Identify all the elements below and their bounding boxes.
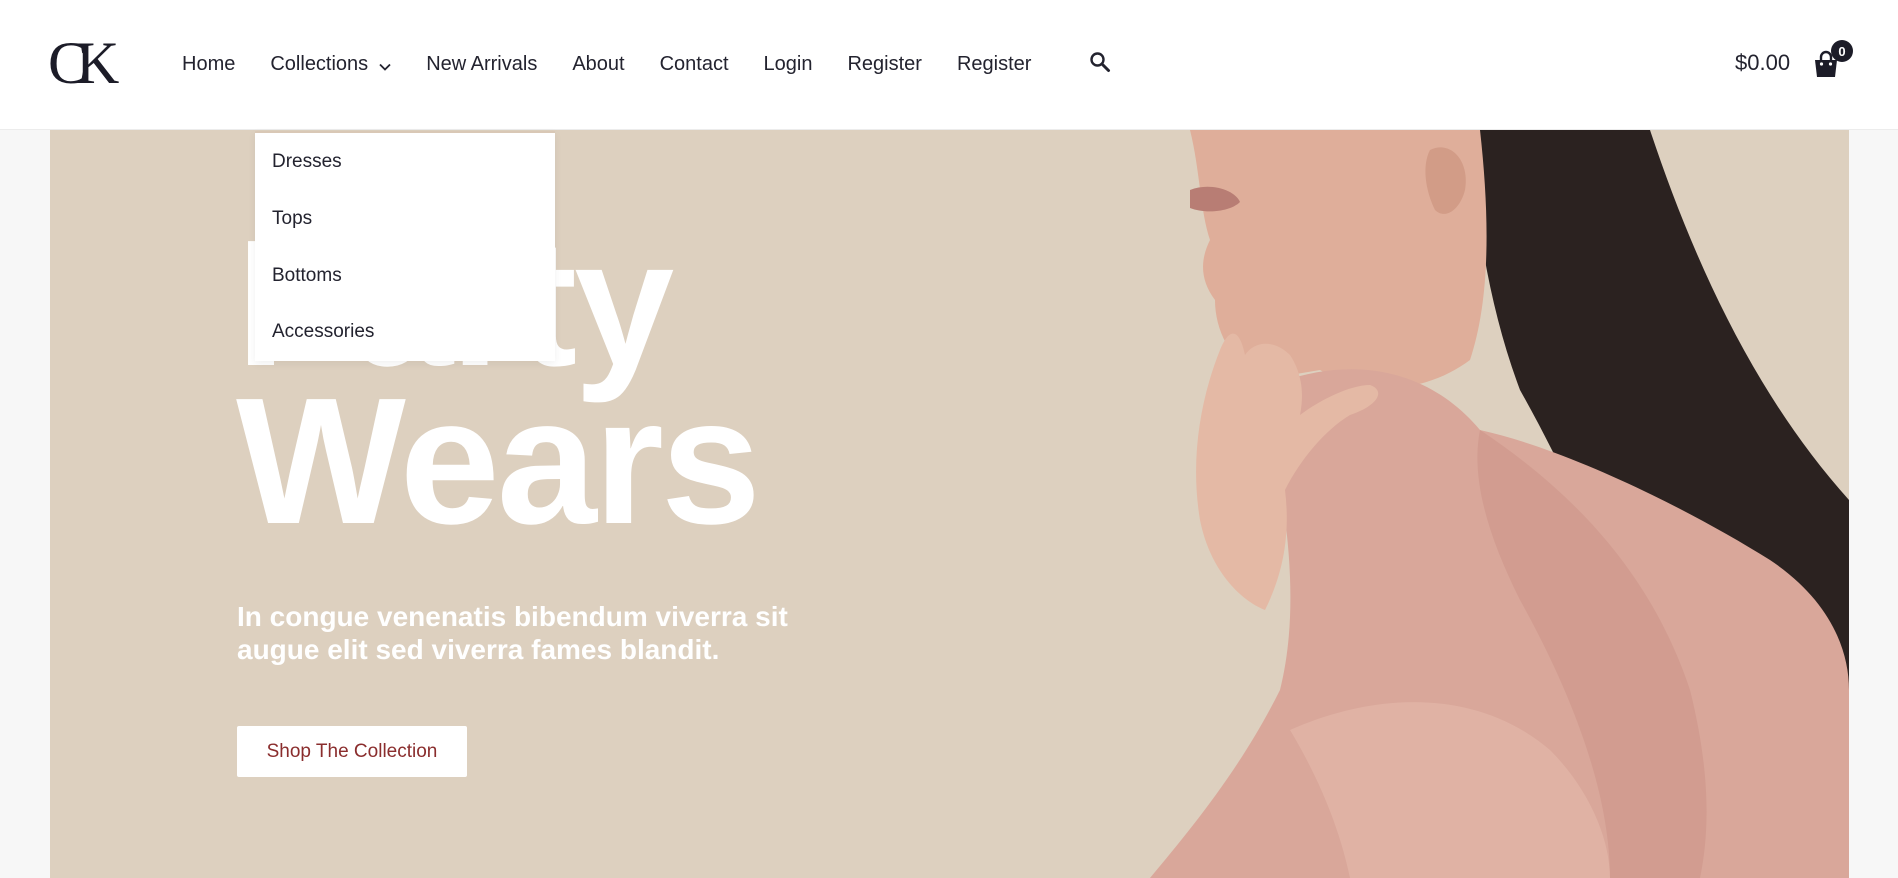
main-nav: Home Collections New Arrivals About Cont… — [182, 0, 1066, 129]
dropdown-item-dresses[interactable]: Dresses — [272, 151, 342, 173]
nav-about[interactable]: About — [572, 53, 624, 76]
dropdown-item-accessories[interactable]: Accessories — [272, 321, 374, 343]
nav-collections[interactable]: Collections — [270, 52, 391, 77]
dropdown-item-bottoms[interactable]: Bottoms — [272, 265, 342, 287]
nav-new-arrivals[interactable]: New Arrivals — [426, 53, 537, 76]
hero-title-line-2: Wears — [236, 361, 761, 562]
nav-register[interactable]: Register — [847, 53, 921, 76]
nav-home[interactable]: Home — [182, 53, 235, 76]
site-header: CK Home Collections New Arrivals About C… — [0, 0, 1898, 130]
hero-subtitle: In congue venenatis bibendum viverra sit… — [237, 601, 788, 665]
logo[interactable]: CK — [48, 32, 124, 94]
cart-count-badge: 0 — [1831, 40, 1853, 62]
cart-total[interactable]: $0.00 — [1735, 50, 1790, 76]
search-icon[interactable] — [1088, 50, 1112, 74]
nav-login[interactable]: Login — [764, 53, 813, 76]
chevron-down-icon — [379, 54, 391, 77]
nav-collections-label: Collections — [270, 53, 369, 75]
dropdown-item-tops[interactable]: Tops — [272, 208, 312, 230]
model-photo — [1150, 130, 1849, 878]
shop-collection-button[interactable]: Shop The Collection — [237, 726, 467, 777]
nav-contact[interactable]: Contact — [660, 53, 729, 76]
nav-register-2[interactable]: Register — [957, 53, 1031, 76]
collections-dropdown-menu: Dresses Tops Bottoms Accessories — [255, 131, 555, 361]
